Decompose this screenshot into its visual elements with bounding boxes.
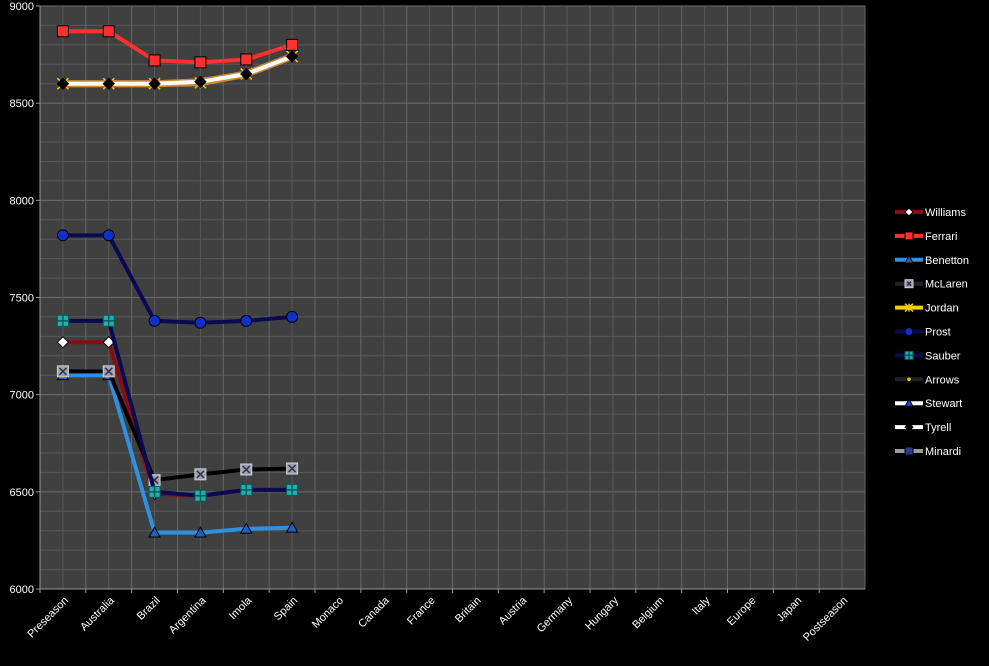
x-tick-label: Italy bbox=[690, 594, 713, 617]
legend-swatch-marker bbox=[906, 376, 912, 383]
data-point bbox=[286, 462, 299, 475]
y-tick-label: 7000 bbox=[10, 390, 34, 402]
data-point bbox=[286, 310, 299, 323]
legend-swatch-marker bbox=[904, 207, 914, 217]
data-point bbox=[286, 483, 299, 496]
legend-item-benetton: Benetton bbox=[895, 254, 969, 267]
data-point bbox=[102, 229, 115, 242]
legend-label: Williams bbox=[925, 207, 966, 219]
data-point bbox=[240, 483, 253, 496]
data-point bbox=[102, 365, 115, 378]
legend-item-jordan: Jordan bbox=[895, 303, 959, 315]
legend-item-williams: Williams bbox=[895, 207, 966, 219]
legend-item-ferrari: Ferrari bbox=[895, 231, 957, 243]
legend-label: Jordan bbox=[925, 303, 959, 315]
y-tick-label: 8000 bbox=[10, 195, 34, 207]
x-tick-label: Britain bbox=[453, 595, 484, 626]
legend-label: Arrows bbox=[925, 374, 960, 386]
legend-label: McLaren bbox=[925, 279, 968, 291]
data-point bbox=[194, 56, 207, 69]
legend-item-prost: Prost bbox=[895, 327, 951, 339]
data-point bbox=[240, 53, 253, 66]
data-point bbox=[148, 54, 161, 67]
x-tick-label: Spain bbox=[272, 595, 300, 623]
legend-item-tyrell: Tyrell bbox=[895, 422, 951, 434]
data-point bbox=[194, 489, 207, 502]
legend-item-mclaren: McLaren bbox=[895, 279, 968, 291]
legend-item-arrows: Arrows bbox=[895, 374, 960, 386]
x-tick-label: Preseason bbox=[25, 595, 71, 641]
x-tick-label: Imola bbox=[227, 594, 255, 622]
x-tick-label: Canada bbox=[356, 594, 392, 630]
x-tick-label: Argentina bbox=[167, 594, 209, 636]
legend-label: Ferrari bbox=[925, 231, 957, 243]
x-tick-label: Austria bbox=[497, 594, 530, 627]
legend-label: Prost bbox=[925, 327, 951, 339]
y-tick-label: 6000 bbox=[10, 584, 34, 596]
data-point bbox=[56, 365, 69, 378]
x-tick-label: France bbox=[405, 595, 438, 628]
x-tick-label: Hungary bbox=[583, 594, 621, 632]
x-tick-label: Belgium bbox=[630, 595, 667, 632]
chart-svg: 6000650070007500800085009000Preseason Aus… bbox=[10, 1, 970, 644]
legend: Williams Ferrari Benetton McLaren Jordan Pros… bbox=[895, 207, 969, 458]
data-point bbox=[286, 38, 299, 51]
y-tick-label: 7500 bbox=[10, 293, 34, 305]
legend-item-stewart: Stewart bbox=[895, 398, 962, 410]
legend-label: Tyrell bbox=[925, 422, 951, 434]
legend-swatch-marker bbox=[904, 446, 914, 456]
data-point bbox=[102, 314, 115, 327]
x-tick-label: Europe bbox=[725, 595, 759, 629]
x-tick-label: Germany bbox=[535, 594, 576, 635]
legend-label: Sauber bbox=[925, 350, 961, 362]
legend-item-minardi: Minardi bbox=[895, 446, 961, 458]
legend-swatch-marker bbox=[904, 231, 914, 241]
y-tick-label: 6500 bbox=[10, 487, 34, 499]
y-tick-label: 8500 bbox=[10, 98, 34, 110]
x-tick-label: Postseason bbox=[801, 595, 850, 644]
legend-label: Stewart bbox=[925, 398, 962, 410]
legend-swatch-marker bbox=[904, 422, 914, 432]
legend-label: Minardi bbox=[925, 446, 961, 458]
legend-swatch-marker bbox=[904, 279, 914, 289]
x-tick-label: Japan bbox=[775, 595, 805, 625]
data-point bbox=[148, 485, 161, 498]
legend-label: Benetton bbox=[925, 255, 969, 267]
data-point bbox=[148, 314, 161, 327]
data-point bbox=[56, 314, 69, 327]
data-point bbox=[240, 463, 253, 476]
data-point bbox=[240, 314, 253, 327]
legend-item-sauber: Sauber bbox=[895, 350, 961, 362]
data-point bbox=[56, 229, 69, 242]
data-point bbox=[194, 468, 207, 481]
data-point bbox=[56, 25, 69, 38]
legend-swatch-marker bbox=[904, 350, 914, 360]
x-tick-label: Monaco bbox=[310, 595, 346, 631]
x-tick-label: Australia bbox=[78, 594, 117, 633]
legend-swatch-marker bbox=[904, 327, 914, 336]
chart: 6000 6500 7000 7500 8000 8500 9000 Preseason Aus… bbox=[0, 0, 989, 661]
x-tick-label: Brazil bbox=[135, 595, 163, 623]
data-point bbox=[102, 25, 115, 38]
data-point bbox=[194, 316, 207, 329]
y-tick-label: 9000 bbox=[10, 1, 34, 13]
